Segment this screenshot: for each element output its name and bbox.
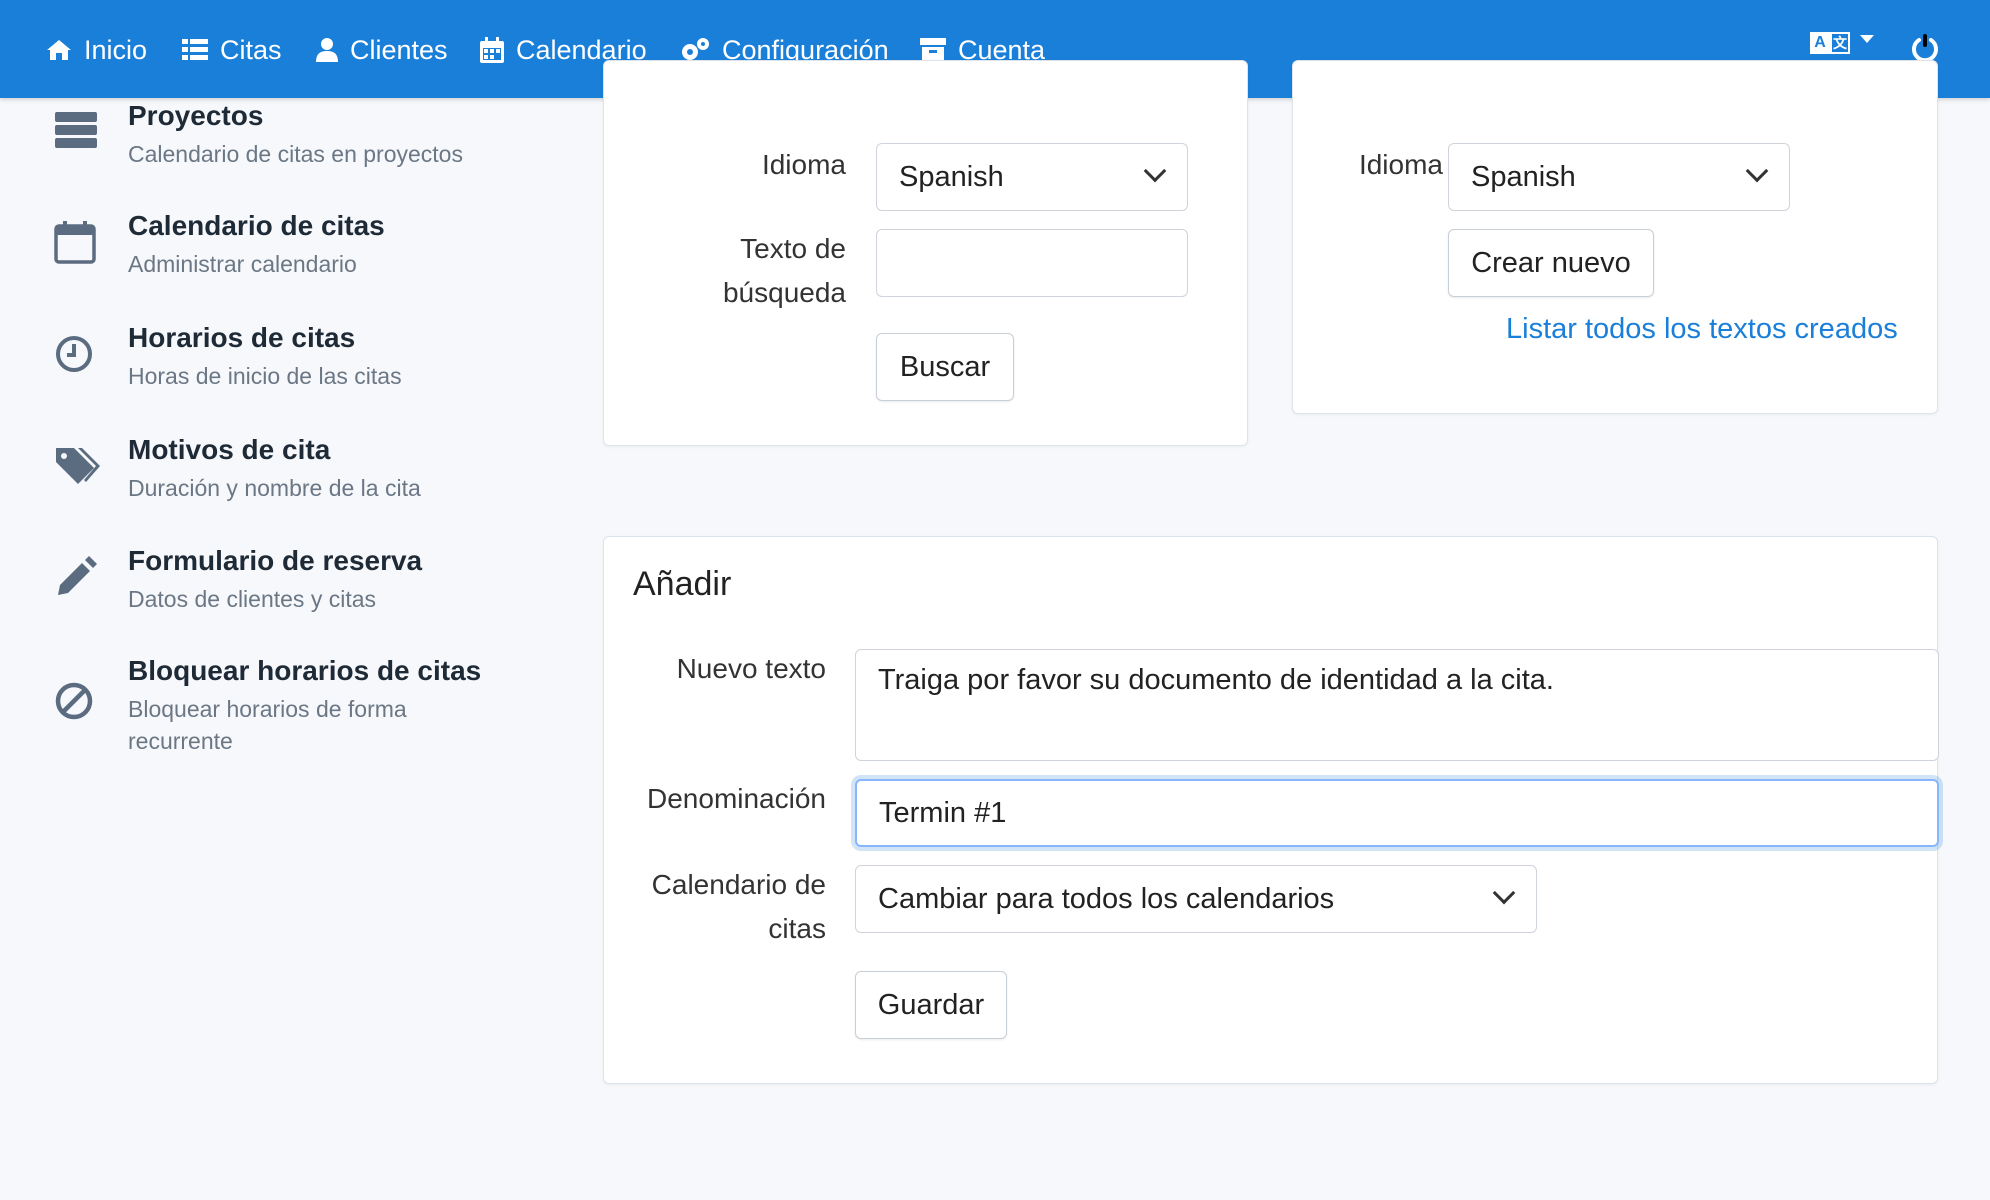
new-text-textarea[interactable]: Traiga por favor su documento de identid… xyxy=(855,649,1939,761)
sidebar-item-horarios[interactable]: Horarios de citas Horas de inicio de las… xyxy=(54,322,514,402)
language-select-value: Spanish xyxy=(899,160,1004,193)
search-text-label: Texto de búsqueda xyxy=(722,233,846,308)
nav-inicio-label: Inicio xyxy=(84,34,148,65)
new-text-value: Traiga por favor su documento de identid… xyxy=(878,664,1554,696)
translate-icon: A 文 xyxy=(1810,32,1850,56)
calendar-icon xyxy=(54,220,98,264)
add-card: Añadir Nuevo texto Traiga por favor su d… xyxy=(603,536,1939,1084)
nav-inicio[interactable]: Inicio xyxy=(46,30,147,70)
nav-citas-label: Citas xyxy=(220,34,282,65)
language-dropdown[interactable]: A 文 xyxy=(1810,32,1874,56)
language-label: Idioma xyxy=(1358,149,1443,180)
language-select-value: Spanish xyxy=(1471,160,1576,193)
list-all-texts-link[interactable]: Listar todos los textos creados xyxy=(1506,313,1898,346)
chevron-down-icon xyxy=(1143,159,1167,183)
sidebar-item-motivos[interactable]: Motivos de cita Duración y nombre de la … xyxy=(54,434,514,514)
logout-button[interactable] xyxy=(1912,34,1938,62)
language-select[interactable]: Spanish xyxy=(876,143,1188,211)
archive-icon xyxy=(920,38,946,62)
calendar-icon xyxy=(480,37,504,63)
sidebar-item-calendario[interactable]: Calendario de citas Administrar calendar… xyxy=(54,210,514,290)
sidebar-item-subtitle: Duración y nombre de la cita xyxy=(128,475,421,501)
sidebar-item-title: Formulario de reserva xyxy=(128,545,423,576)
power-icon xyxy=(1912,34,1938,62)
clock-icon xyxy=(54,332,98,376)
create-card: Idioma Spanish Crear nuevo Listar todos … xyxy=(1292,60,1938,414)
list-icon xyxy=(182,39,208,60)
nav-citas[interactable]: Citas xyxy=(182,30,282,70)
caret-down-icon xyxy=(1860,35,1874,43)
calendar-label: Calendario de citas xyxy=(651,869,826,944)
sidebar-item-subtitle: Bloquear horarios de forma recurrente xyxy=(128,696,407,754)
card-title: Añadir xyxy=(633,565,732,603)
home-icon xyxy=(47,40,71,60)
nav-clientes-label: Clientes xyxy=(350,34,448,65)
search-button[interactable]: Buscar xyxy=(876,333,1014,401)
sidebar-item-subtitle: Calendario de citas en proyectos xyxy=(128,141,463,167)
sidebar-item-title: Horarios de citas xyxy=(128,322,356,353)
search-card: Idioma Spanish Texto de búsqueda Buscar xyxy=(603,60,1248,446)
sidebar-item-formulario[interactable]: Formulario de reserva Datos de clientes … xyxy=(54,545,514,625)
sidebar-item-title: Proyectos xyxy=(128,100,264,131)
name-input[interactable]: Termin #1 xyxy=(855,779,1939,847)
sidebar-item-subtitle: Horas de inicio de las citas xyxy=(128,363,402,389)
calendar-select[interactable]: Cambiar para todos los calendarios xyxy=(855,865,1537,933)
language-label: Idioma xyxy=(761,149,846,180)
user-icon xyxy=(316,38,338,62)
language-select[interactable]: Spanish xyxy=(1448,143,1790,211)
create-new-button[interactable]: Crear nuevo xyxy=(1448,229,1654,297)
ban-icon xyxy=(54,679,98,723)
sidebar-item-subtitle: Administrar calendario xyxy=(128,251,357,277)
sidebar-item-subtitle: Datos de clientes y citas xyxy=(128,586,377,612)
nav-clientes[interactable]: Clientes xyxy=(316,30,448,70)
search-text-input[interactable] xyxy=(876,229,1188,297)
name-value: Termin #1 xyxy=(879,796,1007,829)
sidebar-item-title: Bloquear horarios de citas xyxy=(128,655,482,686)
save-button[interactable]: Guardar xyxy=(855,971,1007,1039)
calendar-select-value: Cambiar para todos los calendarios xyxy=(878,882,1335,915)
chevron-down-icon xyxy=(1492,881,1516,905)
server-stack-icon xyxy=(54,110,98,154)
name-label: Denominación xyxy=(647,783,826,814)
pencil-icon xyxy=(54,555,98,599)
sidebar-item-proyectos[interactable]: Proyectos Calendario de citas en proyect… xyxy=(54,100,514,180)
sidebar-item-title: Calendario de citas xyxy=(128,210,385,241)
sidebar-item-bloquear[interactable]: Bloquear horarios de citas Bloquear hora… xyxy=(54,655,514,765)
sidebar-item-title: Motivos de cita xyxy=(128,434,331,465)
chevron-down-icon xyxy=(1745,159,1769,183)
new-text-label: Nuevo texto xyxy=(676,653,826,684)
tags-icon xyxy=(54,444,100,488)
